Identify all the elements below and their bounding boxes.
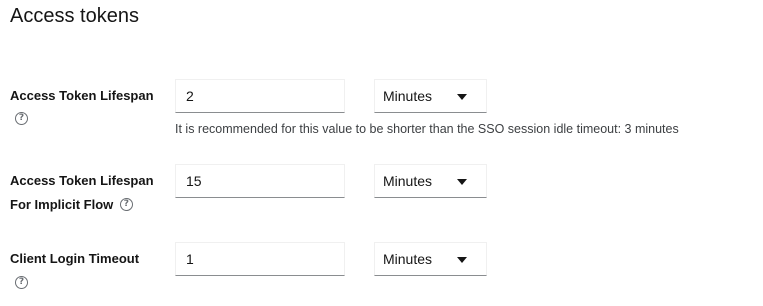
implicit-flow-lifespan-unit-select[interactable]: Minutes	[374, 164, 487, 198]
client-login-timeout-label: Client Login Timeout	[10, 251, 140, 266]
help-icon[interactable]: ?	[15, 276, 28, 289]
access-token-lifespan-unit-select[interactable]: Minutes	[374, 79, 487, 113]
implicit-flow-lifespan-label-line2-text: For Implicit Flow	[10, 197, 114, 212]
implicit-flow-lifespan-input[interactable]	[175, 164, 345, 198]
unit-select-value: Minutes	[383, 88, 433, 104]
help-icon[interactable]: ?	[119, 198, 133, 212]
unit-select-value: Minutes	[383, 173, 433, 189]
section-title: Access tokens	[10, 5, 139, 27]
implicit-flow-lifespan-label-line2: For Implicit Flow ?	[10, 193, 170, 217]
caret-down-icon	[457, 257, 467, 263]
access-token-lifespan-input[interactable]	[175, 79, 345, 113]
implicit-flow-lifespan-label: Access Token Lifespan For Implicit Flow …	[10, 169, 170, 217]
client-login-timeout-input[interactable]	[175, 242, 345, 276]
help-icon[interactable]: ?	[15, 112, 28, 125]
access-token-lifespan-label: Access Token Lifespan	[10, 88, 154, 103]
caret-down-icon	[457, 94, 467, 100]
client-login-timeout-unit-select[interactable]: Minutes	[374, 242, 487, 276]
caret-down-icon	[457, 179, 467, 185]
implicit-flow-lifespan-label-line1: Access Token Lifespan	[10, 173, 154, 188]
unit-select-value: Minutes	[383, 251, 433, 267]
access-token-lifespan-helper-text: It is recommended for this value to be s…	[175, 122, 679, 136]
